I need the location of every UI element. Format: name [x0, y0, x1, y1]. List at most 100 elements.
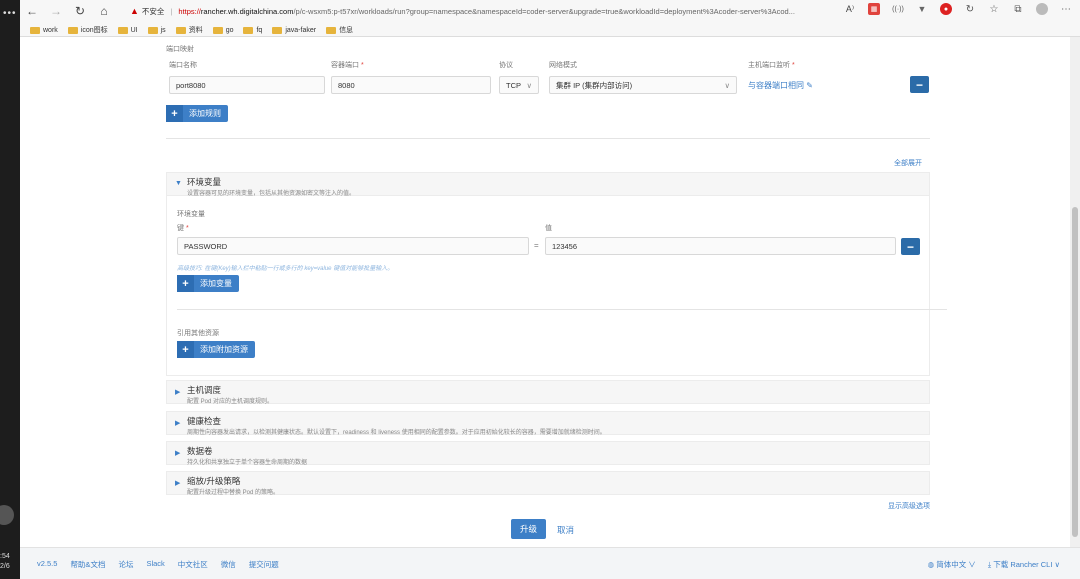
caret-right-icon: ▶ [175, 420, 181, 427]
footer-link[interactable]: Slack [146, 559, 164, 570]
sync-icon[interactable]: ↻ [964, 3, 976, 15]
url-protocol: https:// [178, 6, 201, 16]
home-icon[interactable]: ⌂ [92, 1, 116, 21]
env-value-input[interactable]: 123456 [545, 237, 896, 255]
page-scrollbar[interactable] [1070, 37, 1080, 547]
language-selector[interactable]: ◍ 简体中文 ∨ [928, 559, 976, 570]
version-link[interactable]: v2.5.5 [37, 559, 57, 570]
port-name-input[interactable]: port8080 [169, 76, 325, 94]
env-key-input[interactable]: PASSWORD [177, 237, 529, 255]
key-label: 键 * [177, 225, 189, 232]
host-port-link[interactable]: 与容器端口相同 ✎ [748, 80, 813, 91]
footer-link[interactable]: 论坛 [118, 559, 133, 570]
more-icon[interactable]: ••• [3, 8, 17, 19]
ref-resources-label: 引用其他资源 [177, 330, 219, 337]
footer-right: ◍ 简体中文 ∨ ⤓ 下载 Rancher CLI ∨ [928, 559, 1060, 570]
ports-section-label: 端口映射 [166, 46, 194, 53]
caret-down-icon: ▼ [175, 180, 182, 187]
protocol-header: 协议 [499, 62, 513, 69]
plus-icon: + [177, 341, 194, 358]
add-variable-button[interactable]: + 添加变量 [177, 275, 239, 292]
warning-icon: ▲ [130, 6, 139, 16]
caret-right-icon: ▶ [175, 450, 181, 457]
footer-links: v2.5.5 帮助&文档 论坛 Slack 中文社区 微信 提交问题 [37, 559, 279, 570]
vue-devtools-icon[interactable]: ▼ [916, 3, 928, 15]
address-bar[interactable]: ▲ 不安全 | https:// rancher.wh.digitalchina… [130, 3, 870, 19]
chevron-down-icon: ∨ [526, 80, 533, 90]
globe-icon: ◍ [927, 560, 935, 569]
adblock-icon[interactable]: ● [940, 3, 952, 15]
show-advanced-link[interactable]: 显示高级选项 [888, 501, 930, 511]
footer-link[interactable]: 帮助&文档 [70, 559, 105, 570]
scrollbar-thumb[interactable] [1072, 207, 1078, 537]
footer-link[interactable]: 微信 [221, 559, 236, 570]
section-volumes[interactable]: ▶ 数据卷 持久化和共享独立于单个容器生命周期的数据 [166, 441, 930, 466]
taskbar-button[interactable] [0, 505, 14, 525]
broadcast-icon[interactable]: ((·)) [892, 3, 904, 15]
env-sub-label: 环境变量 [177, 211, 205, 218]
bookmarks-bar: work icon图标 UI js 资料 go fq java-faker 信息 [30, 23, 353, 37]
back-icon[interactable]: ← [20, 1, 44, 21]
download-cli-link[interactable]: ⤓ 下载 Rancher CLI ∨ [988, 559, 1060, 570]
section-node-scheduling[interactable]: ▶ 主机调度 配置 Pod 对应的主机调度规则。 [166, 380, 930, 405]
container-port-input[interactable]: 8080 [331, 76, 491, 94]
bookmark-folder[interactable]: 资料 [175, 25, 203, 35]
cancel-button[interactable]: 取消 [557, 524, 574, 536]
folder-icon [175, 26, 186, 34]
taskbar-clock: :54 2/6 [0, 552, 10, 572]
refresh-icon[interactable]: ↻ [68, 1, 92, 21]
host-port-header: 主机端口监听 * [748, 62, 795, 69]
folder-icon [67, 26, 78, 34]
bookmark-folder[interactable]: UI [117, 26, 138, 34]
chevron-down-icon: ∨ [724, 80, 731, 90]
protocol-value: TCP [506, 80, 521, 90]
remove-port-button[interactable]: − [910, 76, 929, 93]
folder-icon [147, 26, 158, 34]
bookmark-folder[interactable]: java-faker [272, 26, 316, 34]
bookmark-folder[interactable]: icon图标 [67, 25, 108, 35]
footer-link[interactable]: 提交问题 [249, 559, 279, 570]
folder-icon [30, 26, 40, 34]
env-divider [177, 309, 947, 310]
section-scaling-upgrade[interactable]: ▶ 缩放/升级策略 配置升级过程中替换 Pod 的策略。 [166, 471, 930, 496]
browser-chrome: ← → ↻ ⌂ ▲ 不安全 | https:// rancher.wh.digi… [20, 0, 1080, 37]
favorites-icon[interactable]: ☆ [988, 3, 1000, 15]
extension-icon[interactable]: ▦ [868, 3, 880, 15]
bookmark-folder[interactable]: go [212, 26, 233, 34]
os-side-strip: ••• :54 2/6 [0, 0, 20, 579]
insecure-label: 不安全 [141, 6, 165, 16]
taskbar-time: :54 [0, 553, 10, 560]
url-path: /p/c-wsxm5:p-t57xr/workloads/run?group=n… [293, 6, 795, 16]
bookmark-folder[interactable]: js [147, 26, 166, 34]
read-aloud-icon[interactable]: A⁾ [844, 3, 856, 15]
add-rule-button[interactable]: + 添加规则 [166, 105, 228, 122]
bookmark-folder[interactable]: fq [243, 26, 262, 34]
workload-form: 端口映射 端口名称 容器端口 * 协议 网络模式 主机端口监听 * port80… [20, 37, 1070, 547]
plus-icon: + [177, 275, 194, 292]
forward-icon[interactable]: → [44, 1, 68, 21]
section-health-check[interactable]: ▶ 健康检查 周期性向容器发出请求，以检测其健康状态。默认设置下，readine… [166, 411, 930, 436]
add-resource-button[interactable]: + 添加附加资源 [177, 341, 255, 358]
container-port-header: 容器端口 * [331, 62, 364, 69]
folder-icon [272, 26, 283, 34]
page-footer: v2.5.5 帮助&文档 论坛 Slack 中文社区 微信 提交问题 ◍ 简体中… [20, 547, 1080, 579]
folder-icon [243, 26, 254, 34]
collections-icon[interactable]: ⧉ [1012, 3, 1024, 15]
taskbar-date: 2/6 [0, 563, 10, 570]
footer-link[interactable]: 中文社区 [178, 559, 208, 570]
bookmark-folder[interactable]: 信息 [326, 25, 353, 35]
protocol-select[interactable]: TCP ∨ [499, 76, 539, 94]
expand-all-link[interactable]: 全部展开 [894, 158, 922, 168]
folder-icon [326, 26, 337, 34]
profile-avatar[interactable] [1036, 3, 1048, 15]
folder-icon [117, 26, 128, 34]
network-mode-select[interactable]: 集群 IP (集群内部访问) ∨ [549, 76, 737, 94]
bookmark-folder[interactable]: work [30, 26, 58, 34]
env-section-header[interactable]: ▼ 环境变量 设置容器可见的环境变量，包括从其他资源如密文等注入的值。 [166, 172, 930, 197]
upgrade-button[interactable]: 升级 [511, 519, 546, 539]
section-divider [166, 138, 930, 139]
remove-env-button[interactable]: − [901, 238, 920, 255]
menu-icon[interactable]: ⋯ [1060, 3, 1072, 15]
extension-bar: A⁾ ▦ ((·)) ▼ ● ↻ ☆ ⧉ ⋯ [844, 3, 1072, 15]
env-hint: 高级技巧: 在键(Key)输入栏中粘贴一行或多行的 key=value 键值对能… [177, 266, 394, 272]
